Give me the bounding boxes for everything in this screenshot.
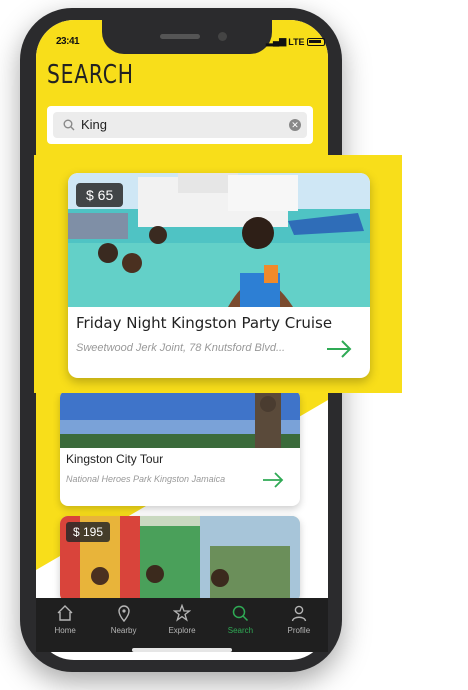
user-icon <box>291 605 307 622</box>
status-time: 23:41 <box>56 36 80 47</box>
tab-label: Search <box>227 626 254 635</box>
result-card-market[interactable]: $ 195 <box>60 516 300 602</box>
search-icon <box>233 605 249 622</box>
status-icons: ▂▄▆ LTE <box>266 36 325 47</box>
search-field[interactable]: King ✕ <box>53 112 307 138</box>
arrow-right-icon[interactable] <box>262 472 284 488</box>
result-address: National Heroes Park Kingston Jamaica <box>66 474 226 484</box>
search-bar[interactable]: King ✕ <box>47 106 313 144</box>
tab-home[interactable]: Home <box>36 598 94 652</box>
result-card-city-tour[interactable]: Kingston City Tour National Heroes Park … <box>60 390 300 506</box>
tab-label: Home <box>54 626 76 635</box>
page-title: SEARCH <box>47 60 134 90</box>
result-name: Kingston City Tour <box>66 452 164 466</box>
star-icon <box>173 604 192 622</box>
location-pin-icon <box>117 605 130 622</box>
signal-icon: ▂▄▆ <box>266 36 287 46</box>
featured-event-card[interactable]: $ 65 Friday Night Kingston Party Cruise … <box>68 173 370 378</box>
event-address: Sweetwood Jerk Joint, 78 Knutsford Blvd.… <box>76 342 286 354</box>
featured-popout: $ 65 Friday Night Kingston Party Cruise … <box>34 155 402 393</box>
network-label: LTE <box>288 36 305 47</box>
home-icon <box>57 605 73 621</box>
tab-label: Explore <box>168 626 196 635</box>
price-badge: $ 65 <box>76 183 124 207</box>
search-icon <box>63 119 75 131</box>
search-input[interactable]: King <box>81 117 107 132</box>
result-photo <box>60 390 300 448</box>
bottom-tab-bar: Home Nearby Explore Search Profile <box>36 598 328 652</box>
price-badge: $ 195 <box>66 522 111 542</box>
battery-icon <box>306 37 325 46</box>
tab-explore[interactable]: Explore <box>153 598 211 652</box>
home-indicator <box>132 648 232 652</box>
arrow-right-icon[interactable] <box>326 340 352 358</box>
tab-label: Profile <box>287 626 311 635</box>
tab-label: Nearby <box>110 626 137 635</box>
tab-profile[interactable]: Profile <box>270 598 328 652</box>
event-name: Friday Night Kingston Party Cruise <box>76 314 333 332</box>
tab-nearby[interactable]: Nearby <box>94 598 152 652</box>
speaker-grille <box>160 34 200 39</box>
tab-search[interactable]: Search <box>211 598 269 652</box>
front-camera <box>218 32 227 41</box>
clear-search-icon[interactable]: ✕ <box>289 119 301 131</box>
